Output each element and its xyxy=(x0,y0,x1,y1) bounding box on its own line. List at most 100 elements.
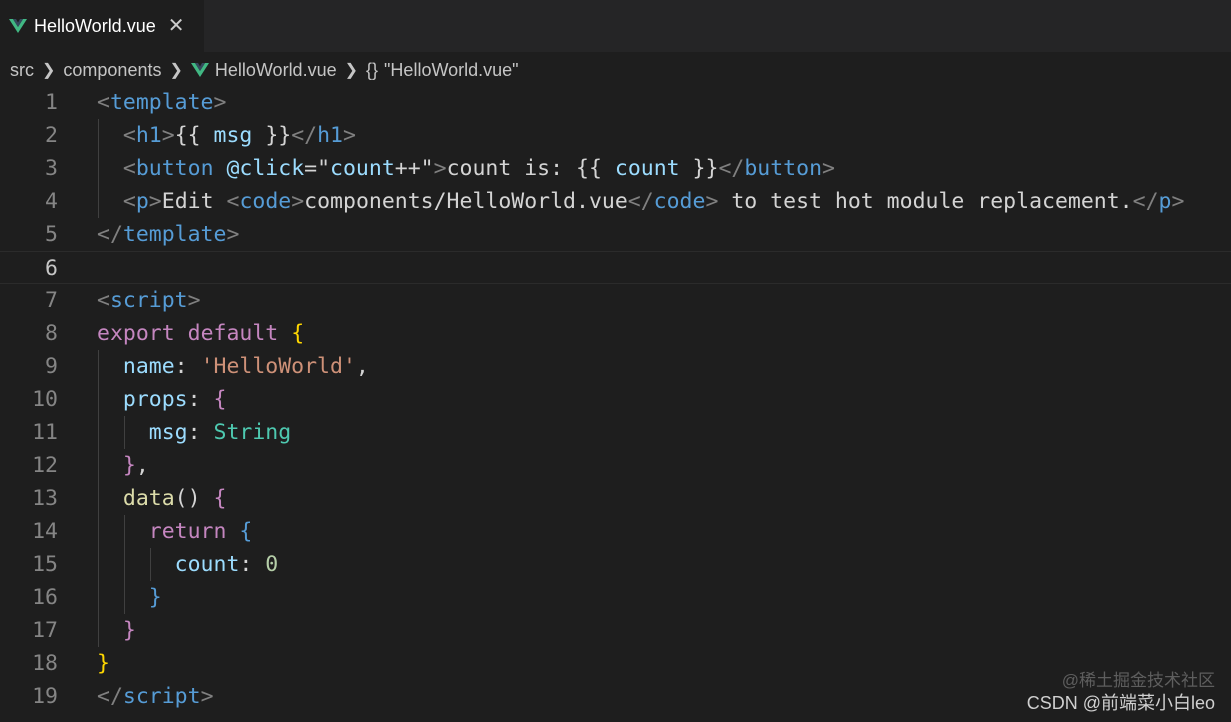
indent-guide xyxy=(124,548,125,581)
code-token: > xyxy=(226,222,240,247)
code-token: template xyxy=(109,90,214,115)
code-token: @click xyxy=(226,156,305,181)
code-token: = xyxy=(304,156,318,181)
code-token: }} xyxy=(679,156,719,181)
code-token: } xyxy=(122,618,136,643)
code-text: </template> xyxy=(97,218,239,251)
code-token: button xyxy=(135,156,214,181)
code-line[interactable]: 5 </template> xyxy=(0,218,1231,251)
code-token: } xyxy=(148,585,162,610)
code-line[interactable]: 2 <h1>{{ msg }}</h1> xyxy=(0,119,1231,152)
breadcrumb-folder-src[interactable]: src xyxy=(10,60,34,81)
code-token: count is: xyxy=(446,156,577,181)
code-token: msg xyxy=(213,123,253,148)
code-line[interactable]: 9 name: 'HelloWorld', xyxy=(0,350,1231,383)
code-text: }, xyxy=(97,449,149,482)
breadcrumb: src ❯ components ❯ HelloWorld.vue ❯ {} "… xyxy=(10,56,519,84)
code-token: </ xyxy=(718,156,745,181)
code-line[interactable]: 13 data() { xyxy=(0,482,1231,515)
code-token: } xyxy=(97,651,110,676)
code-text: props: { xyxy=(97,383,227,416)
code-token: " xyxy=(317,156,331,181)
code-token: props xyxy=(122,387,188,412)
line-number: 19 xyxy=(32,684,58,709)
code-line[interactable]: 17 } xyxy=(0,614,1231,647)
indent-guide xyxy=(124,581,125,614)
code-token: > xyxy=(822,156,835,181)
code-line[interactable]: 15 count: 0 xyxy=(0,548,1231,581)
close-icon[interactable]: ✕ xyxy=(168,16,185,36)
code-line[interactable]: 12 }, xyxy=(0,449,1231,482)
code-line[interactable]: 8 export default { xyxy=(0,317,1231,350)
code-line[interactable]: 7 <script> xyxy=(0,284,1231,317)
code-token: h1 xyxy=(135,123,162,148)
tab-label: HelloWorld.vue xyxy=(34,15,156,36)
code-token: </ xyxy=(291,123,318,148)
code-token: {{ xyxy=(174,123,214,148)
code-text: export default { xyxy=(97,317,304,350)
code-text: <h1>{{ msg }}</h1> xyxy=(97,119,356,152)
line-number: 7 xyxy=(45,288,58,313)
code-token: 'HelloWorld' xyxy=(200,354,356,379)
code-text: <script> xyxy=(97,284,201,317)
code-token: default xyxy=(187,321,279,346)
code-line[interactable]: 4 <p>Edit <code>components/HelloWorld.vu… xyxy=(0,185,1231,218)
code-token: < xyxy=(97,288,110,313)
indent-guide xyxy=(98,185,99,218)
code-token: : xyxy=(187,420,214,445)
code-token: : xyxy=(174,354,201,379)
code-token: } xyxy=(122,453,136,478)
code-text: return { xyxy=(97,515,253,548)
code-text: } xyxy=(97,581,162,614)
code-token: { xyxy=(291,321,305,346)
breadcrumb-file[interactable]: HelloWorld.vue xyxy=(215,60,337,81)
tab-bar: HelloWorld.vue ✕ xyxy=(0,0,1231,52)
code-token: : xyxy=(239,552,266,577)
breadcrumb-folder-components[interactable]: components xyxy=(63,60,161,81)
code-text: </script> xyxy=(97,680,214,713)
code-line[interactable]: 3 <button @click="count++">count is: {{ … xyxy=(0,152,1231,185)
indent-guide xyxy=(98,482,99,515)
code-line[interactable]: 1 <template> xyxy=(0,86,1231,119)
code-text: data() { xyxy=(97,482,227,515)
indent-guide xyxy=(124,515,125,548)
line-number: 13 xyxy=(32,486,58,511)
code-token: }} xyxy=(252,123,292,148)
code-line[interactable]: 6 xyxy=(0,251,1231,284)
line-number: 14 xyxy=(32,519,58,544)
tab-helloworld-vue[interactable]: HelloWorld.vue ✕ xyxy=(0,0,204,52)
watermark-juejin: @稀土掘金技术社区 xyxy=(1061,671,1215,690)
code-text: <button @click="count++">count is: {{ co… xyxy=(97,152,835,185)
breadcrumb-symbol[interactable]: "HelloWorld.vue" xyxy=(384,60,519,81)
line-number: 9 xyxy=(45,354,58,379)
code-token: > xyxy=(200,684,214,709)
code-token: < xyxy=(122,123,136,148)
code-token: count xyxy=(174,552,240,577)
indent-guide xyxy=(98,383,99,416)
code-line[interactable]: 11 msg: String xyxy=(0,416,1231,449)
line-number: 10 xyxy=(32,387,58,412)
code-token: </ xyxy=(97,222,123,247)
code-line[interactable]: 16 } xyxy=(0,581,1231,614)
code-token: return xyxy=(148,519,227,544)
code-token: > xyxy=(291,189,305,214)
code-token: count xyxy=(614,156,680,181)
indent-guide xyxy=(98,350,99,383)
code-editor[interactable]: 1 <template> 2 <h1>{{ msg }}</h1> 3 <button… xyxy=(0,86,1231,722)
code-token: msg xyxy=(148,420,188,445)
code-line[interactable]: 10 props: { xyxy=(0,383,1231,416)
vue-file-icon xyxy=(190,63,209,77)
code-line[interactable]: 14 return { xyxy=(0,515,1231,548)
code-token: 0 xyxy=(265,552,279,577)
line-number: 3 xyxy=(45,156,58,181)
chevron-right-icon: ❯ xyxy=(169,62,183,79)
line-number: 18 xyxy=(32,651,58,676)
vue-file-icon xyxy=(9,19,27,33)
